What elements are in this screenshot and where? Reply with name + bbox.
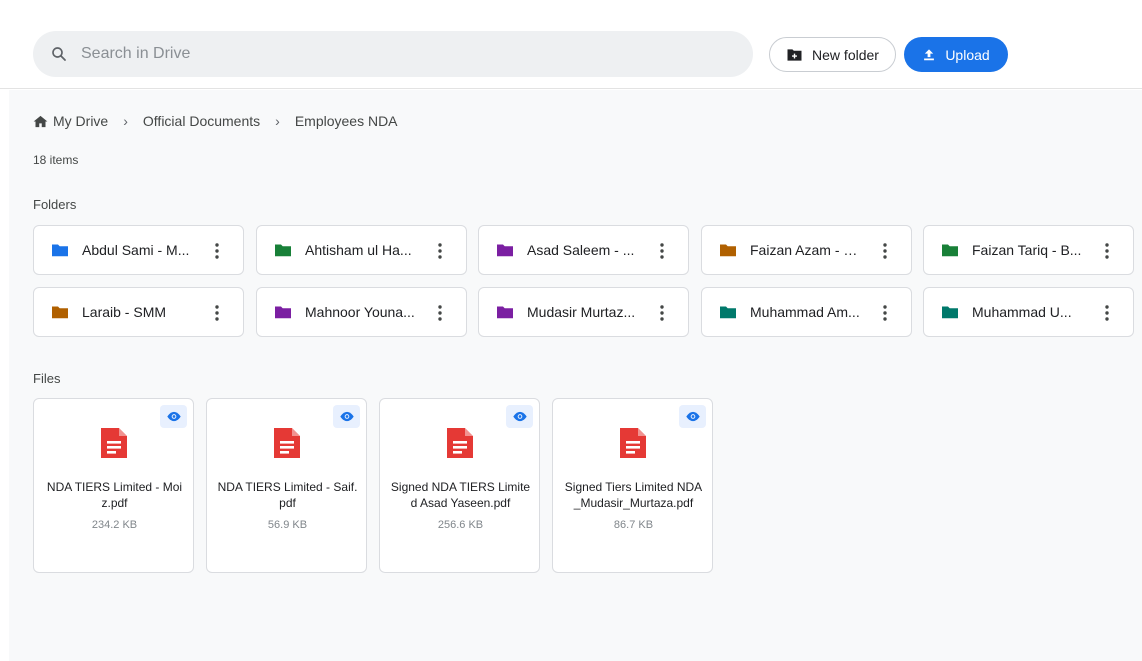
folder-card[interactable]: Laraib - SMM <box>33 287 244 337</box>
top-bar: New folder Upload <box>0 0 1142 89</box>
folder-name: Muhammad Am... <box>750 304 860 320</box>
home-icon <box>33 115 48 127</box>
pdf-file-icon <box>101 428 127 458</box>
more-options-icon[interactable] <box>430 241 450 261</box>
more-options-icon[interactable] <box>652 241 672 261</box>
file-card[interactable]: Signed NDA TIERS Limited Asad Yaseen.pdf… <box>379 398 540 573</box>
more-options-icon[interactable] <box>207 241 227 261</box>
folders-section-label: Folders <box>33 197 77 212</box>
folder-icon <box>52 244 68 257</box>
folder-name: Muhammad U... <box>972 304 1072 320</box>
more-options-icon[interactable] <box>1097 241 1117 261</box>
file-size: 86.7 KB <box>613 519 654 531</box>
folder-card[interactable]: Muhammad U... <box>923 287 1134 337</box>
folder-icon <box>275 244 291 257</box>
folder-card[interactable]: Muhammad Am... <box>701 287 912 337</box>
files-section-label: Files <box>33 371 61 386</box>
folder-icon <box>497 244 513 257</box>
file-card[interactable]: NDA TIERS Limited - Saif.pdf 56.9 KB <box>206 398 367 573</box>
more-options-icon[interactable] <box>875 241 895 261</box>
folder-name: Mahnoor Youna... <box>305 304 415 320</box>
chevron-right-icon: › <box>123 113 128 129</box>
folder-name: Faizan Tariq - B... <box>972 242 1082 258</box>
preview-eye-icon[interactable] <box>679 405 706 428</box>
folder-name: Abdul Sami - M... <box>82 242 190 258</box>
file-info: NDA TIERS Limited - Moiz.pdf 234.2 KB <box>44 479 185 533</box>
file-name: NDA TIERS Limited - Saif.pdf <box>217 480 358 510</box>
folder-icon <box>720 244 736 257</box>
folder-card[interactable]: Mahnoor Youna... <box>256 287 467 337</box>
file-name: NDA TIERS Limited - Moiz.pdf <box>46 480 183 510</box>
folder-icon <box>275 306 291 319</box>
preview-eye-icon[interactable] <box>506 405 533 428</box>
main-content <box>9 90 1142 661</box>
file-name: Signed NDA TIERS Limited Asad Yaseen.pdf <box>390 480 531 510</box>
file-card[interactable]: Signed Tiers Limited NDA_Mudasir_Murtaza… <box>552 398 713 573</box>
folder-icon <box>942 244 958 257</box>
upload-icon <box>924 48 935 60</box>
item-count: 18 items <box>33 153 79 167</box>
folder-card[interactable]: Abdul Sami - M... <box>33 225 244 275</box>
breadcrumb: My Drive › Official Documents › Employee… <box>33 112 398 130</box>
search-bar[interactable] <box>33 31 753 77</box>
folder-name: Mudasir Murtaz... <box>527 304 636 320</box>
folder-card[interactable]: Faizan Azam - SE <box>701 225 912 275</box>
file-name: Signed Tiers Limited NDA_Mudasir_Murtaza… <box>564 480 703 510</box>
more-options-icon[interactable] <box>875 303 895 323</box>
more-options-icon[interactable] <box>207 303 227 323</box>
search-input[interactable] <box>81 45 701 63</box>
new-folder-button[interactable]: New folder <box>769 37 896 72</box>
pdf-file-icon <box>274 428 300 458</box>
breadcrumb-my-drive[interactable]: My Drive <box>33 113 108 129</box>
preview-eye-icon[interactable] <box>160 405 187 428</box>
folder-card[interactable]: Mudasir Murtaz... <box>478 287 689 337</box>
file-size: 234.2 KB <box>91 519 138 531</box>
more-options-icon[interactable] <box>430 303 450 323</box>
new-folder-label: New folder <box>812 46 879 63</box>
folder-name: Faizan Azam - SE <box>750 242 862 258</box>
upload-button[interactable]: Upload <box>904 37 1008 72</box>
pdf-file-icon <box>620 428 646 458</box>
chevron-right-icon: › <box>275 113 280 129</box>
breadcrumb-employees-nda[interactable]: Employees NDA <box>295 113 398 129</box>
file-info: NDA TIERS Limited - Saif.pdf 56.9 KB <box>217 479 358 533</box>
folder-name: Laraib - SMM <box>82 304 167 320</box>
file-card[interactable]: NDA TIERS Limited - Moiz.pdf 234.2 KB <box>33 398 194 573</box>
file-size: 256.6 KB <box>437 519 484 531</box>
breadcrumb-official-documents[interactable]: Official Documents <box>143 113 260 129</box>
folder-icon <box>497 306 513 319</box>
file-size: 56.9 KB <box>267 519 308 531</box>
file-info: Signed NDA TIERS Limited Asad Yaseen.pdf… <box>390 479 531 533</box>
search-icon <box>52 47 66 61</box>
preview-eye-icon[interactable] <box>333 405 360 428</box>
more-options-icon[interactable] <box>1097 303 1117 323</box>
folder-name: Asad Saleem - ... <box>527 242 635 258</box>
breadcrumb-label: Official Documents <box>142 113 261 129</box>
breadcrumb-label: My Drive <box>53 113 109 129</box>
more-options-icon[interactable] <box>652 303 672 323</box>
folder-card[interactable]: Faizan Tariq - B... <box>923 225 1134 275</box>
folder-card[interactable]: Asad Saleem - ... <box>478 225 689 275</box>
breadcrumb-label: Employees NDA <box>294 113 398 129</box>
folder-card[interactable]: Ahtisham ul Ha... <box>256 225 467 275</box>
folder-icon <box>720 306 736 319</box>
new-folder-icon <box>787 48 802 61</box>
folder-name: Ahtisham ul Ha... <box>305 242 412 258</box>
pdf-file-icon <box>447 428 473 458</box>
upload-label: Upload <box>945 46 990 63</box>
folder-icon <box>52 306 68 319</box>
folder-icon <box>942 306 958 319</box>
file-info: Signed Tiers Limited NDA_Mudasir_Murtaza… <box>563 479 704 533</box>
